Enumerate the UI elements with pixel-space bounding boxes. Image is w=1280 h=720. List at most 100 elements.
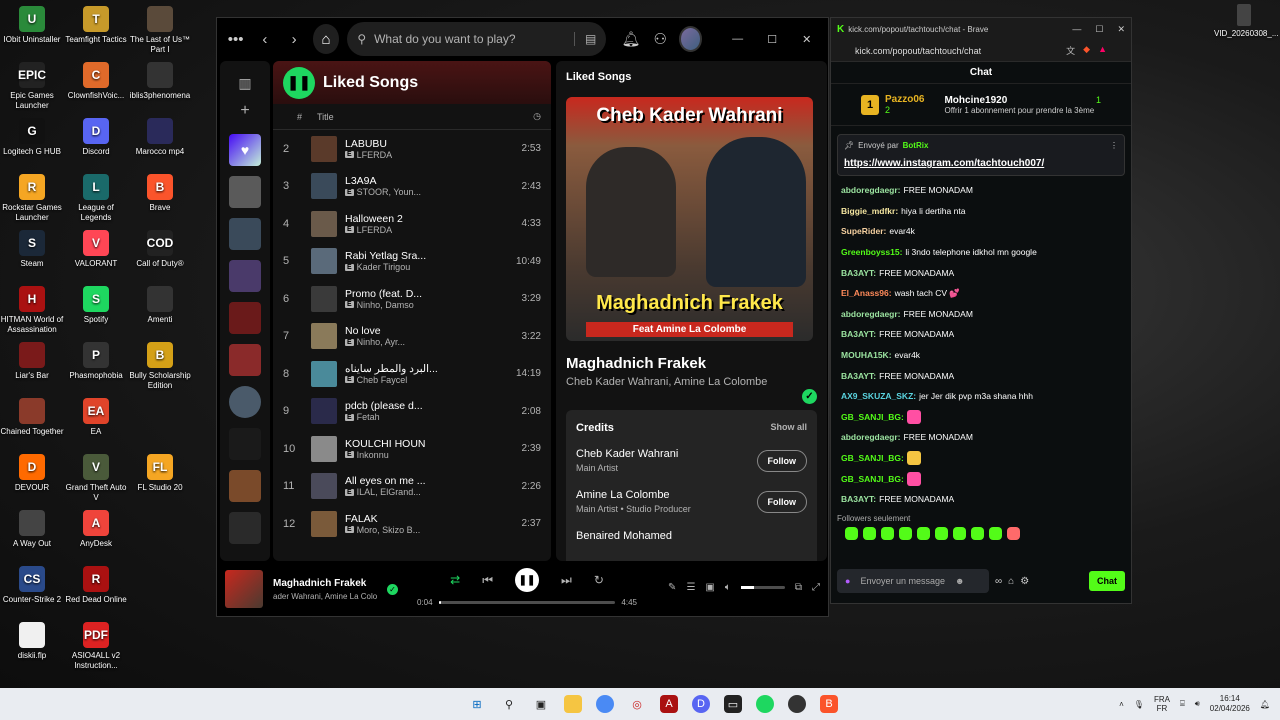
app-icon[interactable]: A bbox=[660, 695, 678, 713]
chat-username[interactable]: BA3AYT: bbox=[841, 329, 876, 339]
track-artist[interactable]: Ninho, Damso bbox=[357, 300, 414, 310]
emote[interactable] bbox=[881, 526, 894, 540]
saved-check-icon[interactable]: ✓ bbox=[387, 583, 398, 595]
more-icon[interactable]: ⋮ bbox=[1110, 141, 1118, 150]
track-name[interactable]: Halloween 2 bbox=[345, 213, 501, 225]
track-artist[interactable]: Ninho, Ayr... bbox=[357, 337, 405, 347]
desktop-icon[interactable]: FL FL Studio 20 bbox=[128, 454, 192, 493]
desktop-icon[interactable]: Liar's Bar bbox=[0, 342, 64, 381]
file-explorer-icon[interactable] bbox=[564, 695, 582, 713]
track-artist[interactable]: LFERDA bbox=[357, 150, 393, 160]
track-row[interactable]: 3 L3A9A E STOOR, Youn... 2:43 bbox=[273, 168, 551, 206]
add-icon[interactable]: + bbox=[220, 102, 270, 134]
chat-username[interactable]: BA3AYT: bbox=[841, 371, 876, 381]
saved-check-icon[interactable]: ✓ bbox=[802, 389, 817, 404]
desktop-icon[interactable]: S Spotify bbox=[64, 286, 128, 325]
repeat-icon[interactable]: ↻ bbox=[594, 573, 604, 587]
gift-sub-prompt[interactable]: Offrir 1 abonnement pour prendre la 3ème bbox=[944, 106, 1101, 115]
spotify-icon[interactable] bbox=[756, 695, 774, 713]
track-name[interactable]: LABUBU bbox=[345, 138, 501, 150]
desktop-icon[interactable]: V Grand Theft Auto V bbox=[64, 454, 128, 503]
second-gifter-name[interactable]: Mohcine1920 bbox=[944, 95, 1007, 106]
library-item[interactable] bbox=[229, 344, 261, 376]
desktop-icon[interactable]: B Brave bbox=[128, 174, 192, 213]
chat-username[interactable]: MOUHA15K: bbox=[841, 350, 892, 360]
track-name[interactable]: Rabi Yetlag Sra... bbox=[345, 250, 501, 262]
fullscreen-icon[interactable]: ⤢ bbox=[812, 582, 820, 593]
brave-icon[interactable]: B bbox=[820, 695, 838, 713]
desktop-icon[interactable]: U IObit Uninstaller bbox=[0, 6, 64, 45]
volume-icon[interactable]: 🔊︎ bbox=[1195, 699, 1200, 709]
chat-username[interactable]: abdoregdaegr: bbox=[841, 309, 901, 319]
song-artist[interactable]: Cheb Kader Wahrani, Amine La Colombe bbox=[566, 376, 817, 388]
emote[interactable] bbox=[1007, 526, 1020, 540]
message-input[interactable]: ● Envoyer un message ☻ bbox=[837, 569, 989, 593]
track-row[interactable]: 5 Rabi Yetlag Sra... E Kader Tirigou 10:49 bbox=[273, 243, 551, 281]
send-chat-button[interactable]: Chat bbox=[1089, 571, 1125, 591]
store-icon[interactable]: ⌂ bbox=[1008, 576, 1014, 587]
credit-name[interactable]: Cheb Kader Wahrani bbox=[576, 448, 678, 460]
chat-username[interactable]: BA3AYT: bbox=[841, 268, 876, 278]
minimize-icon[interactable]: — bbox=[1072, 24, 1081, 35]
connect-device-icon[interactable]: ▣ bbox=[705, 582, 714, 593]
emote[interactable] bbox=[899, 526, 912, 540]
desktop-icon[interactable]: G Logitech G HUB bbox=[0, 118, 64, 157]
notifications-icon[interactable]: 🔔︎ bbox=[1260, 700, 1270, 709]
desktop-icon[interactable]: H HITMAN World of Assassination bbox=[0, 286, 64, 335]
app-icon[interactable] bbox=[788, 695, 806, 713]
home-button[interactable]: ⌂ bbox=[312, 24, 340, 54]
message-placeholder[interactable]: Envoyer un message bbox=[860, 576, 945, 586]
credit-name[interactable]: Amine La Colombe bbox=[576, 489, 691, 501]
desktop-icon[interactable]: EA EA bbox=[64, 398, 128, 437]
credit-name[interactable]: Benaired Mohamed bbox=[576, 530, 672, 542]
app-icon[interactable]: ◎ bbox=[628, 695, 646, 713]
settings-icon[interactable]: ⚙ bbox=[1020, 576, 1029, 587]
search-input[interactable]: What do you want to play? bbox=[374, 32, 515, 46]
track-name[interactable]: KOULCHI HOUN bbox=[345, 438, 501, 450]
now-playing-title[interactable]: Maghadnich Frakek bbox=[273, 578, 377, 589]
maximize-icon[interactable]: ☐ bbox=[759, 33, 786, 46]
library-item[interactable] bbox=[229, 302, 261, 334]
top-gifter-name[interactable]: Pazzo06 bbox=[885, 94, 924, 105]
forward-icon[interactable]: › bbox=[284, 27, 305, 51]
chat-username[interactable]: SupeRider: bbox=[841, 226, 886, 236]
discord-icon[interactable]: D bbox=[692, 695, 710, 713]
song-title[interactable]: Maghadnich Frakek bbox=[566, 355, 817, 372]
track-artist[interactable]: Inkonnu bbox=[357, 450, 389, 460]
mic-icon[interactable]: ● bbox=[845, 576, 850, 586]
library-item[interactable] bbox=[229, 470, 261, 502]
track-row[interactable]: 2 LABUBU E LFERDA 2:53 bbox=[273, 130, 551, 168]
track-name[interactable]: pdcb (please d... bbox=[345, 400, 501, 412]
url-text[interactable]: kick.com/popout/tachtouch/chat bbox=[855, 46, 981, 56]
volume-icon[interactable]: 🔈︎ bbox=[725, 582, 731, 593]
library-item[interactable] bbox=[229, 218, 261, 250]
track-artist[interactable]: ILAL, ElGrand... bbox=[357, 487, 421, 497]
desktop-icon[interactable]: P Phasmophobia bbox=[64, 342, 128, 381]
chat-username[interactable]: GB_SANJI_BG: bbox=[841, 474, 904, 484]
bell-icon[interactable]: 🔔︎ bbox=[620, 27, 641, 51]
emote[interactable] bbox=[989, 526, 1002, 540]
desktop-icon[interactable]: B Bully Scholarship Edition bbox=[128, 342, 192, 391]
friends-icon[interactable]: ⚇ bbox=[650, 27, 671, 51]
task-view-icon[interactable]: ▣ bbox=[532, 695, 550, 713]
library-item[interactable] bbox=[229, 260, 261, 292]
now-playing-art[interactable] bbox=[225, 570, 263, 608]
desktop-icon[interactable]: D DEVOUR bbox=[0, 454, 64, 493]
emote[interactable] bbox=[845, 526, 858, 540]
desktop-icon[interactable]: R Red Dead Online bbox=[64, 566, 128, 605]
translate-icon[interactable]: 文 bbox=[1066, 44, 1075, 57]
network-icon[interactable]: ⌸ bbox=[1180, 699, 1185, 709]
search-icon[interactable]: ⚲ bbox=[500, 695, 518, 713]
desktop-icon[interactable]: The Last of Us™ Part I bbox=[128, 6, 192, 55]
desktop-icon[interactable]: R Rockstar Games Launcher bbox=[0, 174, 64, 223]
track-artist[interactable]: Kader Tirigou bbox=[357, 262, 411, 272]
track-row[interactable]: 9 pdcb (please d... E Fetah 2:08 bbox=[273, 393, 551, 431]
track-name[interactable]: L3A9A bbox=[345, 175, 501, 187]
track-name[interactable]: No love bbox=[345, 325, 501, 337]
desktop-icon[interactable]: CS Counter-Strike 2 bbox=[0, 566, 64, 605]
track-artist[interactable]: Cheb Faycel bbox=[357, 375, 408, 385]
track-row[interactable]: 8 البرد والمطر سايناه... E Cheb Faycel 14:19 bbox=[273, 355, 551, 393]
track-row[interactable]: 12 FALAK E Moro, Skizo B... 2:37 bbox=[273, 505, 551, 543]
chat-username[interactable]: GB_SANJI_BG: bbox=[841, 412, 904, 422]
pinned-link[interactable]: https://www.instagram.com/tachtouch007/ bbox=[844, 158, 1118, 169]
